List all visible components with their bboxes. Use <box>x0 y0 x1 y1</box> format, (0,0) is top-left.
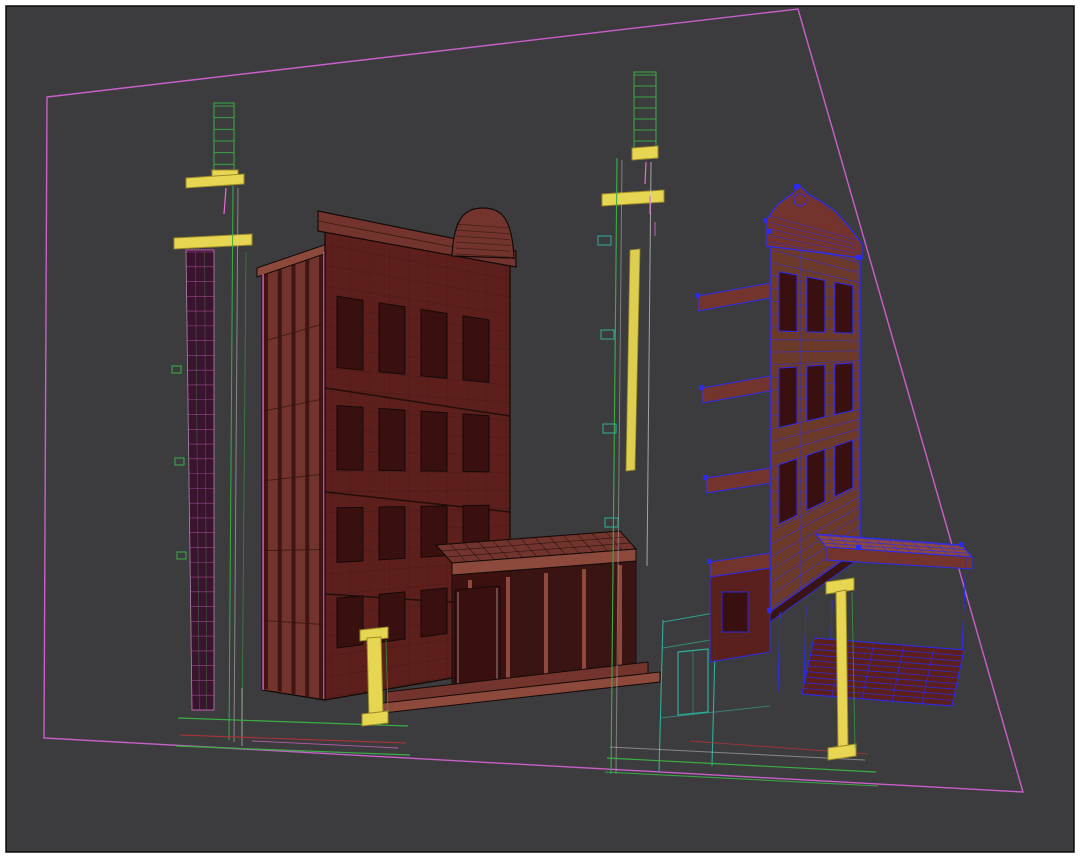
selection-handle <box>856 255 861 260</box>
window <box>420 587 448 638</box>
column-base <box>361 710 389 727</box>
window <box>462 413 490 473</box>
window <box>378 506 406 561</box>
window <box>336 595 364 649</box>
viewport-canvas[interactable] <box>0 0 1080 858</box>
column-shaft <box>366 636 384 719</box>
window <box>420 308 448 379</box>
selection-handle <box>767 608 772 613</box>
window <box>806 276 826 333</box>
window <box>834 439 854 498</box>
yellow-block <box>631 145 659 161</box>
window <box>378 407 406 472</box>
window <box>778 271 798 333</box>
window <box>462 315 490 383</box>
selection-handle <box>763 218 768 223</box>
selection-handle <box>767 229 772 234</box>
window <box>778 457 798 525</box>
selection-handle <box>699 385 704 390</box>
selection-handle <box>959 542 964 547</box>
window <box>806 364 826 422</box>
selection-handle <box>703 475 708 480</box>
window <box>806 448 826 512</box>
selection-handle <box>695 293 700 298</box>
viewport-background[interactable] <box>5 5 1075 853</box>
selection-handle <box>794 184 799 189</box>
viewport-stage <box>0 0 1080 858</box>
selection-handle <box>707 559 712 564</box>
window <box>336 506 364 563</box>
window <box>420 410 448 472</box>
annex-window <box>721 591 749 633</box>
pergola-right <box>801 637 965 707</box>
window <box>336 405 364 471</box>
door <box>454 585 501 691</box>
window <box>834 362 854 416</box>
window <box>834 281 854 334</box>
column-shaft <box>835 589 849 751</box>
facade-windows <box>778 271 854 525</box>
selection-handle <box>856 545 861 550</box>
window <box>378 302 406 375</box>
window <box>336 295 364 371</box>
window <box>778 366 798 429</box>
